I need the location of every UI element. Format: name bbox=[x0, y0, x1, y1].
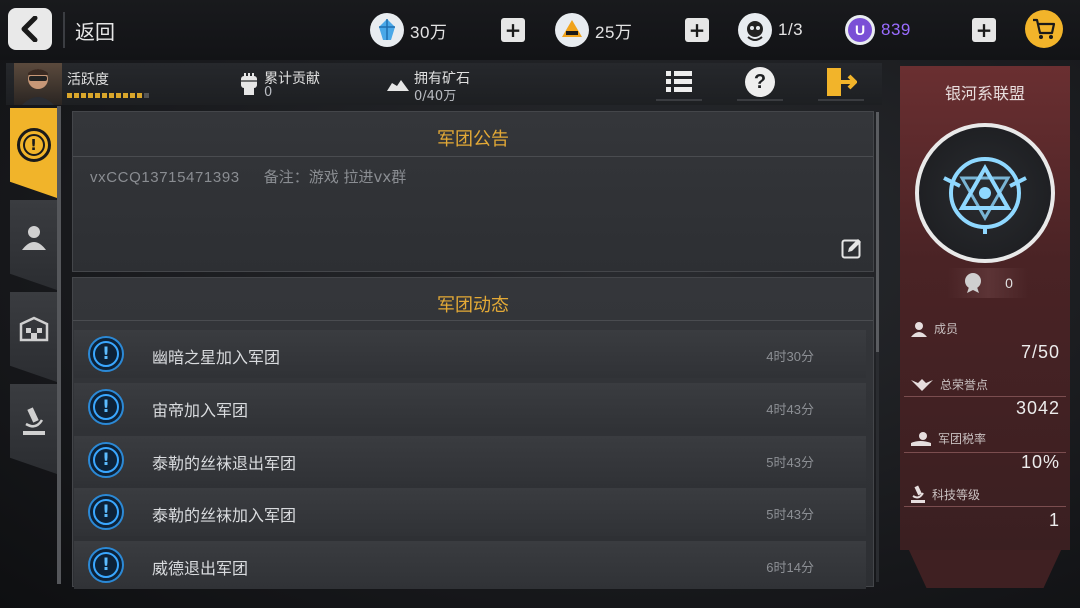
panel-base bbox=[908, 548, 1062, 588]
announcement-id: vxCCQ13715471393 bbox=[90, 169, 240, 186]
exit-door-icon bbox=[827, 68, 857, 96]
energy-resource: 1/3 bbox=[738, 10, 803, 50]
gold-resource: 25万 bbox=[555, 10, 632, 50]
edit-announcement-button[interactable] bbox=[841, 237, 863, 263]
scrollbar[interactable] bbox=[876, 112, 879, 582]
tab-members[interactable] bbox=[10, 200, 57, 290]
divider bbox=[73, 320, 873, 321]
u-coin-resource: U 839 bbox=[845, 10, 911, 50]
tech-stat-value: 1 bbox=[1048, 510, 1060, 530]
tax-icon bbox=[911, 431, 931, 446]
crystal-icon bbox=[370, 13, 404, 47]
avatar[interactable] bbox=[14, 63, 62, 105]
info-icon: ! bbox=[88, 494, 124, 530]
list-item[interactable]: ! 威德退出军团 6时14分 bbox=[74, 541, 866, 589]
exit-legion-button[interactable] bbox=[818, 65, 864, 101]
gold-value: 25万 bbox=[595, 22, 633, 42]
energy-value: 1/3 bbox=[778, 20, 804, 39]
microscope-icon bbox=[911, 485, 925, 503]
crystal-value: 30万 bbox=[410, 22, 448, 42]
info-icon: ! bbox=[88, 442, 124, 478]
honor-stat-value: 3042 bbox=[1015, 398, 1060, 418]
announcement-title: 军团公告 bbox=[437, 129, 509, 150]
divider bbox=[73, 156, 873, 157]
honor-stat-label: 总荣誉点 bbox=[910, 376, 988, 393]
medal-icon bbox=[965, 273, 982, 293]
tab-rail bbox=[57, 106, 61, 584]
announcement-note: 备注：游戏 拉进vx群 bbox=[263, 168, 407, 186]
activity-progress-bar bbox=[67, 93, 149, 98]
tab-technology[interactable] bbox=[10, 384, 57, 474]
members-stat-value: 7/50 bbox=[1020, 342, 1060, 362]
tab-buildings[interactable] bbox=[10, 292, 57, 382]
tab-notice[interactable]: ! bbox=[10, 108, 57, 198]
back-label[interactable]: 返回 bbox=[75, 16, 115, 45]
activity-time: 6时14分 bbox=[766, 560, 814, 575]
help-button[interactable]: ? bbox=[737, 65, 783, 101]
shopping-cart-icon bbox=[1033, 18, 1056, 39]
u-coin-icon: U bbox=[845, 15, 875, 45]
ore-value: 0/40万 bbox=[414, 89, 457, 104]
contribution-value: 0 bbox=[264, 85, 273, 100]
edit-icon bbox=[841, 239, 861, 259]
tax-stat-value: 10% bbox=[1020, 452, 1060, 472]
members-icon bbox=[21, 226, 46, 250]
list-item[interactable]: ! 泰勒的丝袜退出军团 5时43分 bbox=[74, 436, 866, 484]
activity-time: 4时43分 bbox=[766, 402, 814, 417]
announcement-text: vxCCQ13715471393 备注：游戏 拉进vx群 bbox=[90, 166, 406, 187]
info-bar: 活跃度 累计贡献 0 拥有矿石 0/40万 ? bbox=[6, 63, 882, 105]
divider bbox=[63, 12, 65, 48]
activity-text: 泰勒的丝袜退出军团 bbox=[152, 454, 297, 473]
activity-text: 幽暗之星加入军团 bbox=[152, 348, 281, 367]
activity-label: 活跃度 bbox=[67, 72, 109, 88]
alert-icon: ! bbox=[16, 128, 51, 162]
info-icon: ! bbox=[88, 547, 124, 583]
activity-time: 4时30分 bbox=[766, 349, 814, 364]
skull-dragon-icon bbox=[738, 13, 772, 47]
contribution-label: 累计贡献 bbox=[264, 71, 320, 87]
divider bbox=[904, 396, 1066, 397]
activity-time: 5时43分 bbox=[766, 507, 814, 522]
member-icon bbox=[911, 321, 927, 337]
badge-value: 0 bbox=[1005, 275, 1013, 291]
list-button[interactable] bbox=[656, 65, 702, 101]
microscope-icon bbox=[22, 407, 45, 435]
members-stat-label: 成员 bbox=[910, 320, 958, 337]
legion-badge: 0 bbox=[948, 268, 1028, 298]
question-icon: ? bbox=[745, 67, 775, 97]
tax-stat-label: 军团税率 bbox=[910, 430, 986, 447]
legion-info-panel: 银河系联盟 0 成员 7/50 总荣誉点 3042 军团税率 10% 科技等级 … bbox=[900, 66, 1070, 550]
add-crystal-button[interactable]: + bbox=[501, 18, 525, 42]
shop-cart-button[interactable] bbox=[1025, 10, 1063, 48]
fist-icon bbox=[239, 72, 259, 100]
crystal-resource: 30万 bbox=[370, 10, 447, 50]
legion-emblem[interactable] bbox=[915, 123, 1055, 263]
activity-text: 宙帝加入军团 bbox=[152, 401, 249, 420]
add-u-coin-button[interactable]: + bbox=[972, 18, 996, 42]
u-coin-value: 839 bbox=[881, 20, 911, 39]
ore-icon bbox=[386, 77, 410, 97]
gold-bar-icon bbox=[555, 13, 589, 47]
list-item[interactable]: ! 泰勒的丝袜加入军团 5时43分 bbox=[74, 488, 866, 536]
wings-icon bbox=[911, 378, 933, 391]
add-gold-button[interactable]: + bbox=[685, 18, 709, 42]
activity-title: 军团动态 bbox=[437, 295, 509, 316]
chevron-left-icon bbox=[21, 16, 38, 42]
legion-emblem-icon bbox=[943, 157, 1027, 234]
activity-text: 威德退出军团 bbox=[152, 559, 249, 578]
announcement-panel: 军团公告 vxCCQ13715471393 备注：游戏 拉进vx群 bbox=[72, 111, 874, 272]
info-icon: ! bbox=[88, 336, 124, 372]
info-icon: ! bbox=[88, 389, 124, 425]
tech-stat-label: 科技等级 bbox=[910, 485, 980, 503]
list-icon bbox=[666, 71, 692, 92]
list-item[interactable]: ! 幽暗之星加入军团 4时30分 bbox=[74, 330, 866, 378]
back-button[interactable] bbox=[8, 8, 52, 50]
top-bar: 返回 30万 + 25万 + 1/3 U 839 + bbox=[0, 0, 1080, 60]
activity-time: 5时43分 bbox=[766, 455, 814, 470]
activity-text: 泰勒的丝袜加入军团 bbox=[152, 506, 297, 525]
building-icon bbox=[19, 316, 48, 342]
list-item[interactable]: ! 宙帝加入军团 4时43分 bbox=[74, 383, 866, 431]
divider bbox=[904, 506, 1066, 507]
legion-name: 银河系联盟 bbox=[944, 84, 1025, 103]
